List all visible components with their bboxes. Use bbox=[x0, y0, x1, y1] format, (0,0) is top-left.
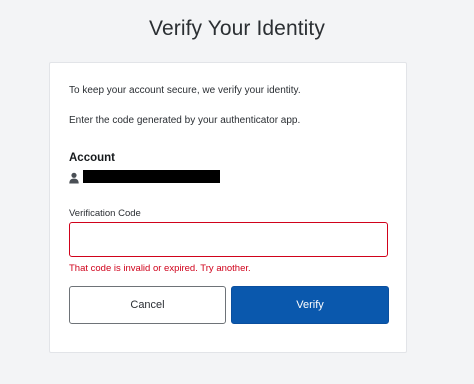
account-row bbox=[69, 170, 220, 183]
verification-code-label: Verification Code bbox=[69, 208, 141, 219]
account-value-redacted bbox=[83, 170, 220, 183]
account-heading: Account bbox=[69, 152, 115, 164]
cancel-button[interactable]: Cancel bbox=[69, 286, 226, 324]
verification-code-input[interactable] bbox=[69, 222, 388, 257]
verify-card: To keep your account secure, we verify y… bbox=[49, 62, 407, 353]
intro-text: To keep your account secure, we verify y… bbox=[69, 85, 301, 96]
error-message: That code is invalid or expired. Try ano… bbox=[69, 263, 251, 274]
page-title: Verify Your Identity bbox=[149, 17, 325, 40]
verify-button[interactable]: Verify bbox=[231, 286, 389, 324]
instruction-text: Enter the code generated by your authent… bbox=[69, 115, 301, 126]
user-icon bbox=[69, 171, 79, 183]
